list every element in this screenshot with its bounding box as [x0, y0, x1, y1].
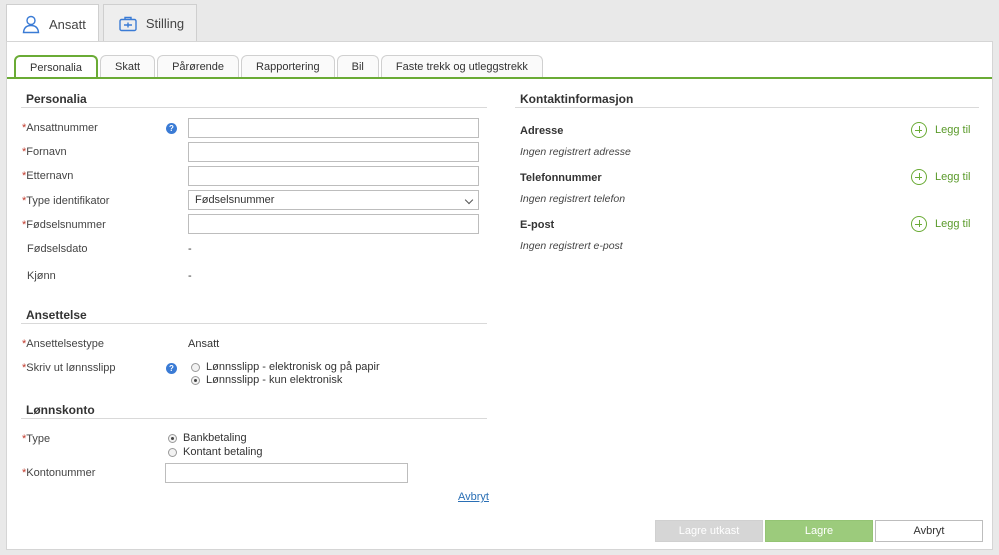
label-fodselsdato: Fødselsdato [27, 243, 88, 255]
fodselsnummer-input[interactable] [188, 214, 479, 234]
label-text: Type identifikator [26, 195, 110, 207]
adresse-empty: Ingen registrert adresse [520, 146, 631, 158]
add-label: Legg til [935, 124, 971, 136]
selected-value: Fødselsnummer [195, 194, 275, 206]
tab-stilling[interactable]: Stilling [102, 4, 198, 42]
epost-empty: Ingen registrert e-post [520, 240, 623, 252]
add-epost-button[interactable]: Legg til [911, 216, 970, 232]
label-lonnsslipp: *Skriv ut lønnsslipp [22, 362, 116, 374]
label-fornavn: *Fornavn [22, 146, 67, 158]
label-text: Kontonummer [26, 467, 96, 479]
label-ansettelsestype: *Ansettelsestype [22, 338, 104, 350]
label-type-identifikator: *Type identifikator [22, 195, 109, 207]
label-text: Ansettelsestype [26, 338, 104, 350]
type-identifikator-select[interactable]: Fødselsnummer [188, 190, 479, 210]
radio-label: Lønnsslipp - kun elektronisk [206, 374, 343, 386]
radio-dot [168, 433, 177, 443]
label-text: Ansattnummer [26, 122, 98, 134]
kjonn-value: - [188, 270, 192, 282]
tab-bil[interactable]: Bil [336, 55, 379, 77]
radio-dot [191, 362, 200, 372]
add-adresse-button[interactable]: Legg til [911, 122, 970, 138]
avbryt-link[interactable]: Avbryt [458, 491, 489, 503]
plus-circle-icon [911, 216, 927, 232]
label-kjonn: Kjønn [27, 270, 56, 282]
radio-label: Lønnsslipp - elektronisk og på papir [206, 361, 380, 373]
radio-lonnsslipp-papir[interactable]: Lønnsslipp - elektronisk og på papir [191, 361, 380, 373]
label-text: Skriv ut lønnsslipp [26, 362, 116, 374]
tab-faste-trekk[interactable]: Faste trekk og utleggstrekk [380, 55, 543, 77]
etternavn-input[interactable] [188, 166, 479, 186]
tab-ansatt-label: Ansatt [49, 16, 86, 32]
tab-ansatt[interactable]: Ansatt [6, 4, 99, 43]
tab-rapportering[interactable]: Rapportering [241, 55, 335, 77]
section-title-lonnskonto: Lønnskonto [26, 403, 95, 417]
label-etternavn: *Etternavn [22, 170, 73, 182]
save-draft-button[interactable]: Lagre utkast [655, 520, 763, 542]
chevron-down-icon [464, 195, 474, 205]
tab-parorende[interactable]: Pårørende [157, 55, 240, 77]
cancel-button[interactable]: Avbryt [875, 520, 983, 542]
save-button[interactable]: Lagre [765, 520, 873, 542]
section-title-kontakt: Kontaktinformasjon [520, 92, 634, 106]
label-text: Etternavn [26, 170, 74, 182]
label-text: Fødselsnummer [26, 219, 106, 231]
section-title-ansettelse: Ansettelse [26, 308, 87, 322]
ansattnummer-input[interactable] [188, 118, 479, 138]
sub-tabs-underline [7, 77, 992, 79]
fornavn-input[interactable] [188, 142, 479, 162]
radio-bankbetaling[interactable]: Bankbetaling [168, 432, 247, 444]
section-divider [21, 323, 487, 324]
add-label: Legg til [935, 218, 971, 230]
label-kontonummer: *Kontonummer [22, 467, 95, 479]
kontonummer-input[interactable] [165, 463, 408, 483]
telefon-heading: Telefonnummer [520, 172, 602, 184]
radio-label: Bankbetaling [183, 432, 247, 444]
radio-lonnsslipp-elektronisk[interactable]: Lønnsslipp - kun elektronisk [191, 374, 342, 386]
label-text: Type [26, 433, 51, 445]
tab-stilling-label: Stilling [145, 16, 185, 31]
radio-dot [168, 447, 177, 457]
person-icon [21, 14, 41, 34]
section-divider [515, 107, 979, 108]
plus-circle-icon [911, 169, 927, 185]
briefcase-icon [118, 14, 138, 34]
help-icon[interactable]: ? [166, 363, 177, 374]
main-panel: Personalia Skatt Pårørende Rapportering … [6, 41, 993, 550]
section-title-personalia: Personalia [26, 92, 87, 106]
tab-personalia[interactable]: Personalia [14, 55, 98, 78]
label-ansattnummer: *Ansattnummer [22, 122, 98, 134]
add-label: Legg til [935, 171, 971, 183]
label-fodselsnummer: *Fødselsnummer [22, 219, 106, 231]
radio-kontant-betaling[interactable]: Kontant betaling [168, 446, 263, 458]
fodselsdato-value: - [188, 243, 192, 255]
sub-tabs: Personalia Skatt Pårørende Rapportering … [14, 55, 545, 78]
radio-label: Kontant betaling [183, 446, 263, 458]
tab-skatt[interactable]: Skatt [99, 55, 156, 77]
telefon-empty: Ingen registrert telefon [520, 193, 626, 205]
ansettelsestype-value: Ansatt [188, 338, 220, 350]
plus-circle-icon [911, 122, 927, 138]
adresse-heading: Adresse [520, 125, 564, 137]
section-divider [21, 107, 487, 108]
label-type: *Type [22, 433, 50, 445]
label-text: Fornavn [26, 146, 67, 158]
epost-heading: E-post [520, 219, 555, 231]
section-divider [21, 418, 487, 419]
top-tabs: Ansatt Stilling [6, 4, 201, 43]
add-telefon-button[interactable]: Legg til [911, 169, 970, 185]
help-icon[interactable]: ? [166, 123, 177, 134]
radio-dot [191, 375, 200, 385]
